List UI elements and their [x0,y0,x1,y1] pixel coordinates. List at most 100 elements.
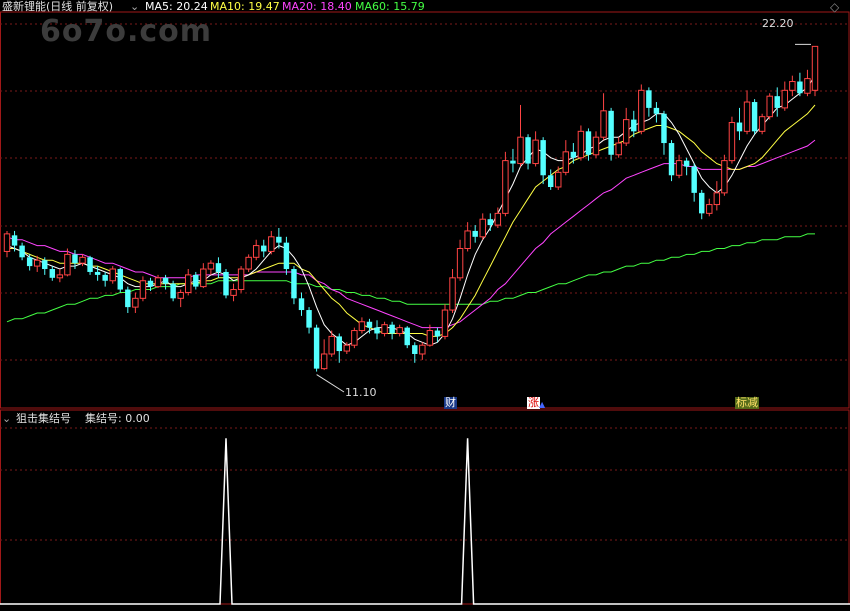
watermark: 6o7o.com [40,14,213,49]
candle-body-up [381,324,388,334]
candle-body-up [449,277,456,311]
candle-body-down [26,257,33,267]
candle-body-up [320,353,328,370]
candle-body-up [638,89,645,132]
ma60-label: MA60: 15.79 [355,0,425,13]
candle-body-down [646,90,652,108]
candle-body-up [811,45,819,91]
candle-body-up [456,248,464,279]
candle-body-down [306,310,312,328]
candle-body-down [736,122,743,132]
candle-body-up [139,280,147,299]
collapse-icon[interactable]: ⌄ [130,0,139,14]
candle-body-up [396,327,403,334]
candle-body-up [494,212,502,226]
ma10-label: MA10: 19.47 [210,0,280,13]
candle-body-up [79,256,86,264]
candle-body-down [691,166,697,193]
candle-body-down [87,257,93,272]
candle-body-down [608,110,614,155]
candle-body-down [751,102,758,132]
low-arrow [316,374,345,393]
candle-body-up [185,274,192,293]
candle-body-up [230,289,237,296]
candle-body-down [261,245,267,252]
event-tag-biaojian[interactable]: 标减 [735,397,759,409]
candle-body-down [585,131,592,155]
indicator-title: 狙击集结号 [16,412,71,425]
candle-body-down [336,336,342,352]
candle-body-down [276,236,282,243]
candle-body-up [743,101,751,132]
candle-body-up [245,256,252,270]
candle-body-down [434,330,441,337]
candle-body-up [706,204,713,214]
candle-body-up [268,236,275,252]
chart-stage [0,0,850,608]
expand-diamond-icon[interactable]: ◇ [830,0,839,14]
candle-body-down [170,283,176,299]
indicator-collapse-icon[interactable]: ⌄ [2,412,11,426]
candle-body-up [675,160,683,176]
candle-body-up [109,268,116,282]
candle-body-up [781,89,789,109]
indicator-value: 集结号: 0.00 [85,412,150,425]
candle-body-up [464,230,471,250]
candle-body-down [525,137,531,164]
ma20-label: MA20: 18.40 [282,0,352,13]
candle-body-up [517,136,524,165]
candle-body-down [797,81,803,94]
candle-body-up [237,268,245,291]
candle-body-up [426,330,434,346]
event-tag-cai[interactable]: 财 [444,397,457,409]
candle-body-up [154,277,162,288]
candle-body-down [223,271,229,296]
candle-body-up [789,81,796,91]
candle-body-down [487,219,494,226]
candle-body-up [721,160,728,194]
candle-body-up [592,136,600,156]
candle-body-down [653,107,660,114]
up-triangle-icon: ▲ [539,400,546,409]
candle-body-down [49,269,56,278]
candle-body-up [33,259,41,267]
candle-body-down [570,151,577,158]
candle-body-down [215,263,222,272]
candle-body-up [766,95,773,118]
candle-body-up [177,291,184,299]
candle-body-down [668,143,675,176]
candle-body-up [562,151,570,173]
candle-body-down [72,254,78,264]
candle-body-up [132,297,139,308]
candle-body-up [200,268,207,288]
candle-body-down [193,274,199,287]
candle-body-down [661,113,667,144]
candle-body-down [162,277,169,284]
candle-body-up [555,171,562,188]
high-price-label: 22.20 [762,17,794,30]
candle-body-up [441,309,449,337]
candle-body-down [94,271,101,275]
candle-body-up [600,110,607,138]
candle-body-down [291,269,297,299]
candle-body-up [64,253,71,276]
candle-body-down [540,140,546,176]
candle-body-down [19,245,25,258]
candle-body-down [631,119,637,132]
candle-body-down [389,324,395,334]
candle-body-down [117,269,123,290]
candle-body-up [577,130,585,159]
candle-body-up [252,245,260,258]
candle-body-down [472,230,478,237]
candle-body-up [479,218,486,238]
candle-body-down [374,327,380,334]
candle-body-down [42,260,48,270]
candle-body-down [683,160,690,167]
candle-body-down [313,327,320,369]
candle-body-up [728,122,736,162]
candle-body-down [774,96,780,108]
candle-body-up [419,344,426,355]
candle-body-down [699,192,705,214]
candle-body-up [56,274,64,279]
candle-body-up [622,119,630,144]
